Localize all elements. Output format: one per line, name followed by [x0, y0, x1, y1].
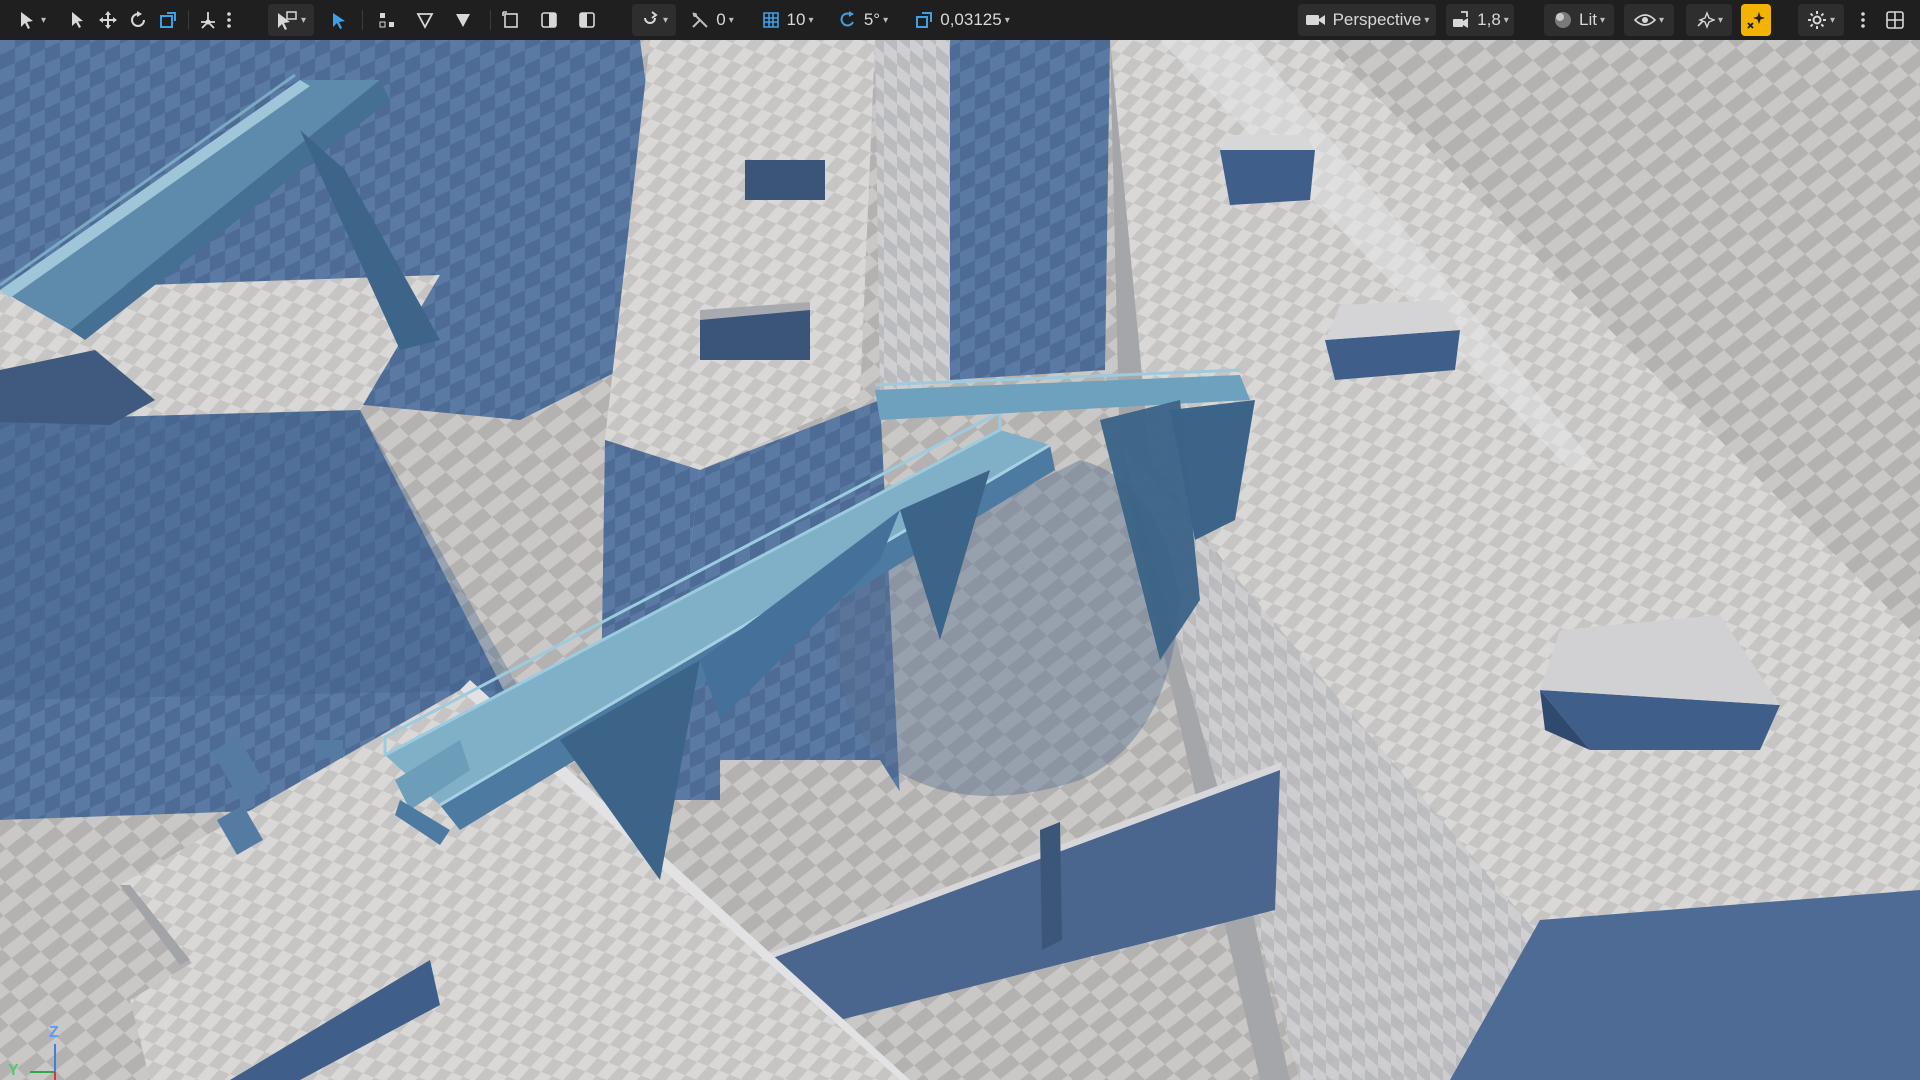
rooftop-center	[605, 40, 875, 470]
half-square-icon	[579, 12, 595, 28]
group-snap-button[interactable]	[374, 4, 400, 36]
grid-snap-value: 10	[786, 10, 806, 29]
axis-z-label: Z	[49, 1024, 59, 1041]
bookmark-frame-icon	[502, 11, 518, 28]
camera-speed-value: 1,8	[1477, 10, 1501, 29]
kebab-menu-icon	[1861, 12, 1865, 28]
lighting-mode-label: Lit	[1579, 10, 1597, 29]
move-icon	[99, 11, 117, 29]
scale-icon	[160, 12, 176, 28]
grid-snap-dropdown[interactable]: 10 ▾	[756, 4, 818, 36]
split-panel-icon	[541, 12, 557, 28]
scene-render	[0, 40, 1920, 1080]
translate-tool-button[interactable]	[96, 4, 120, 36]
scale-tool-button[interactable]	[156, 4, 180, 36]
viewport-layout-button[interactable]	[1880, 4, 1910, 36]
viewport-settings-dropdown[interactable]: ▾	[1798, 4, 1844, 36]
scale-snap-dropdown[interactable]: 0,03125 ▾	[908, 4, 1016, 36]
pivot-tool-button[interactable]	[196, 4, 220, 36]
kebab-icon	[227, 12, 231, 28]
camera-speed-icon	[1453, 11, 1469, 28]
eye-icon	[1633, 14, 1656, 26]
viewport-toolbar: ▾ ▾ ▾ 0 ▾ 10 ▾ 5° ▾ 0,03125 ▾ Perspectiv…	[0, 0, 1920, 40]
select-mode-dropdown[interactable]: ▾	[12, 4, 52, 36]
axis-y-label: Y	[8, 1062, 19, 1079]
camera-speed-dropdown[interactable]: 1,8 ▾	[1446, 4, 1514, 36]
more-tools-button[interactable]	[222, 4, 236, 36]
surface-snap-icon	[333, 13, 345, 29]
layout-grid-icon	[1886, 11, 1904, 29]
triangle-outline-icon	[416, 13, 434, 29]
triangle-filled-icon	[456, 14, 470, 27]
rotate-tool-button[interactable]	[126, 4, 150, 36]
arrow-pointer-icon	[72, 12, 83, 28]
split-view-button[interactable]	[536, 4, 562, 36]
lit-sphere-icon	[1555, 12, 1571, 28]
rotation-snap-icon	[840, 11, 854, 27]
realtime-toggle-button[interactable]	[1741, 4, 1771, 36]
show-flags-dropdown[interactable]: ▾	[1624, 4, 1674, 36]
vertex-snap-button[interactable]	[412, 4, 438, 36]
rotation-snap-value: 5°	[863, 10, 881, 29]
half-view-button[interactable]	[574, 4, 600, 36]
level-viewport[interactable]: Z Y X	[0, 40, 1920, 1080]
performance-dropdown[interactable]: ▾	[1686, 4, 1732, 36]
viewport-options-button[interactable]	[1856, 4, 1870, 36]
axis-gizmo: Z Y X	[6, 1022, 66, 1080]
angle-snap-icon	[692, 12, 708, 28]
building-back-right	[950, 40, 1110, 380]
view-mode-dropdown[interactable]: Perspective ▾	[1298, 4, 1436, 36]
video-camera-icon	[1305, 15, 1325, 25]
scale-snap-value: 0,03125	[940, 10, 1002, 29]
scale-snap-icon	[916, 12, 933, 28]
magnet-icon	[643, 11, 658, 24]
grid-snap-icon	[379, 13, 394, 28]
face-snap-button[interactable]	[450, 4, 476, 36]
rotation-snap-dropdown[interactable]: 5° ▾	[832, 4, 894, 36]
view-mode-label: Perspective	[1332, 10, 1422, 29]
camera-bookmark-button[interactable]	[498, 4, 524, 36]
gear-icon	[1807, 11, 1826, 29]
rotation-snap-toggle[interactable]: 0 ▾	[686, 4, 738, 36]
sparkle-icon	[1697, 11, 1715, 29]
rotate-icon	[131, 11, 145, 27]
surface-snapping-dropdown[interactable]: ▾	[632, 4, 676, 36]
snap-count-value: 0	[716, 10, 726, 29]
cursor-icon	[20, 12, 33, 29]
realtime-sparkle-icon	[1747, 12, 1765, 29]
select-box-icon	[277, 11, 297, 30]
select-tool-button[interactable]	[66, 4, 90, 36]
snap-to-surface-button[interactable]	[326, 4, 352, 36]
lighting-mode-dropdown[interactable]: Lit ▾	[1544, 4, 1614, 36]
pivot-icon	[201, 12, 215, 29]
transform-mode-dropdown[interactable]: ▾	[268, 4, 314, 36]
grid-icon	[762, 12, 779, 28]
